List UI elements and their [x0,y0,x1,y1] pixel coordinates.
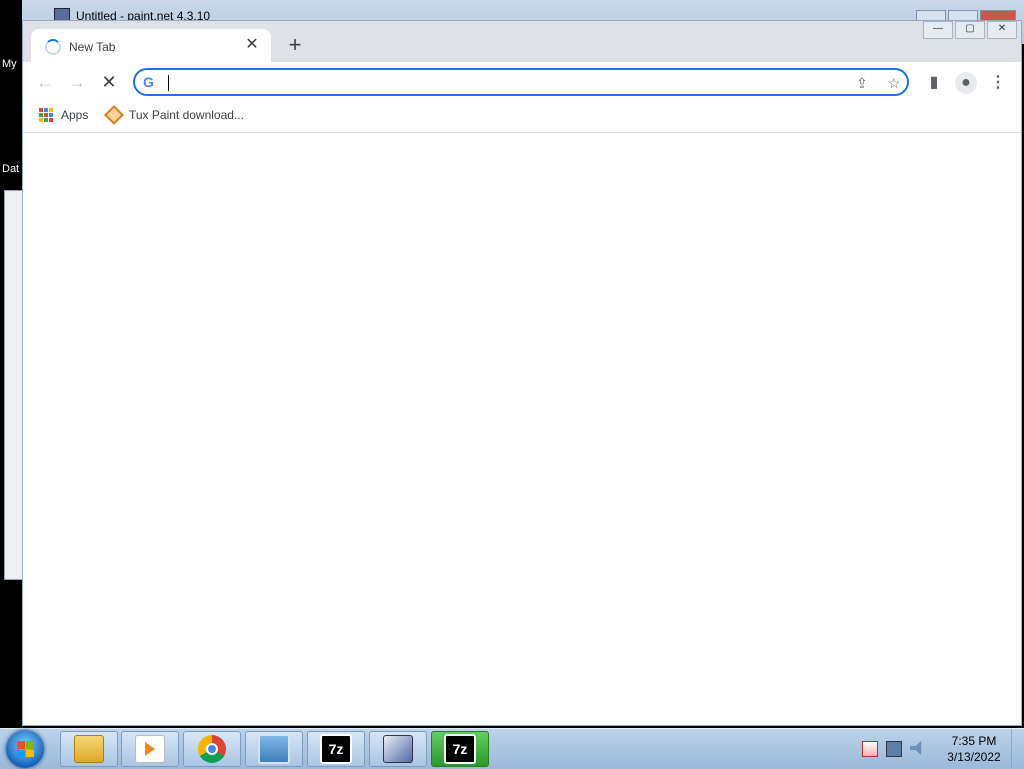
bookmark-tux-paint[interactable]: Tux Paint download... [104,105,244,125]
window-controls: — ▢ ✕ [923,21,1017,39]
loading-spinner-icon [45,39,61,55]
bookmarks-bar: Apps Tux Paint download... [23,102,1021,133]
taskbar: 7z 7z 7:35 PM 3/13/2022 [0,728,1024,769]
forward-button[interactable]: → [65,70,89,94]
taskbar-photo-viewer[interactable] [245,731,303,767]
action-center-icon[interactable] [862,741,878,757]
browser-toolbar: ← → ✕ G ⇪ ☆ ▮ ● ⋮ [23,62,1021,102]
media-player-icon [135,735,165,763]
photo-viewer-icon [258,734,290,764]
7zip-icon: 7z [444,734,476,764]
page-content [23,133,1021,725]
apps-grid-icon [39,108,53,122]
text-caret [168,75,169,91]
profile-avatar-icon[interactable]: ● [955,72,977,94]
desktop-icon-label[interactable]: Dat [2,163,19,175]
taskbar-explorer[interactable] [60,731,118,767]
tab-strip: — ▢ ✕ New Tab ✕ + [23,21,1021,62]
side-panel-icon[interactable]: ▮ [923,72,945,94]
volume-icon[interactable] [910,741,922,755]
back-button[interactable]: ← [33,70,57,94]
chrome-icon [198,735,226,763]
network-icon[interactable] [886,741,902,757]
taskbar-clock[interactable]: 7:35 PM 3/13/2022 [936,733,1012,765]
chrome-window: — ▢ ✕ New Tab ✕ + ← → ✕ G ⇪ ☆ ▮ ● ⋮ Apps… [22,20,1022,726]
windows-logo-icon [17,741,34,757]
taskbar-media-player[interactable] [121,731,179,767]
7zip-icon: 7z [320,734,352,764]
system-tray [862,741,924,757]
start-button[interactable] [6,730,44,768]
clock-date: 3/13/2022 [947,750,1001,764]
address-input[interactable] [165,73,819,93]
show-desktop-button[interactable] [1011,729,1024,769]
stop-loading-button[interactable]: ✕ [97,70,121,94]
close-window-button[interactable]: ✕ [987,21,1017,39]
tab-title: New Tab [69,40,116,54]
bookmark-apps[interactable]: Apps [39,108,88,122]
tux-paint-icon [104,105,124,125]
desktop-icon-label[interactable]: My [2,58,17,70]
menu-icon[interactable]: ⋮ [987,72,1009,94]
maximize-button[interactable]: ▢ [955,21,985,39]
folder-icon [74,735,104,763]
bookmark-star-icon[interactable]: ☆ [885,74,903,92]
clock-time: 7:35 PM [951,734,997,748]
tab-close-icon[interactable]: ✕ [243,36,261,54]
paint-net-icon [383,735,413,763]
taskbar-paint-net[interactable] [369,731,427,767]
bookmark-label: Tux Paint download... [129,108,244,122]
paint-net-tools-panel [4,190,23,580]
bookmark-label: Apps [61,108,89,122]
taskbar-chrome[interactable] [183,731,241,767]
google-icon: G [143,74,154,90]
taskbar-7zip-active[interactable]: 7z [431,731,489,767]
share-icon[interactable]: ⇪ [853,74,871,92]
new-tab-button[interactable]: + [285,34,305,56]
taskbar-7zip[interactable]: 7z [307,731,365,767]
minimize-button[interactable]: — [923,21,953,39]
tab-new-tab[interactable]: New Tab ✕ [31,29,271,62]
omnibox[interactable]: G ⇪ ☆ [133,68,909,96]
